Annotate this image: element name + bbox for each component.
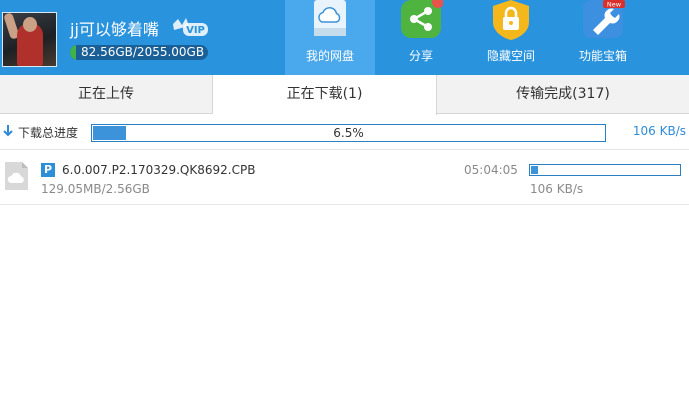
tab-downloading[interactable]: 正在下载(1) [213, 75, 437, 115]
file-progress-bar [529, 164, 681, 176]
file-type-badge: P [41, 163, 55, 177]
download-summary: 下载总进度 6.5% 106 KB/s [0, 115, 689, 150]
nav-hidden-space-label: 隐藏空间 [486, 49, 535, 63]
download-row[interactable]: P 6.0.007.P2.170329.QK8692.CPB 129.05MB/… [0, 151, 689, 205]
tab-uploading[interactable]: 正在上传 [0, 75, 213, 114]
time-remaining: 05:04:05 [464, 163, 518, 177]
file-name: 6.0.007.P2.170329.QK8692.CPB [62, 163, 256, 177]
share-icon [401, 0, 443, 38]
total-progress-percent: 6.5% [333, 126, 364, 140]
nav-toolbox[interactable]: New 功能宝箱 [558, 0, 648, 75]
nav-my-netdisk[interactable]: 我的网盘 [285, 0, 375, 75]
download-manager-window: jj可以够着嘴 VIP 82.56GB/2055.00GB 我的网盘 分享 隐藏… [0, 0, 689, 414]
total-speed: 106 KB/s [632, 124, 686, 138]
header-bar: jj可以够着嘴 VIP 82.56GB/2055.00GB 我的网盘 分享 隐藏… [0, 0, 689, 75]
download-arrow-icon [3, 125, 13, 137]
storage-quota-fill [70, 45, 76, 60]
storage-quota-text: 82.56GB/2055.00GB [81, 45, 205, 59]
transfer-tabs: 正在上传 正在下载(1) 传输完成(317) [0, 75, 689, 115]
nav-hidden-space[interactable]: 隐藏空间 [466, 0, 556, 75]
storage-quota-bar: 82.56GB/2055.00GB [70, 45, 208, 60]
total-progress-bar: 6.5% [91, 124, 606, 142]
vip-crown-icon[interactable]: VIP [171, 16, 209, 38]
nav-my-netdisk-label: 我的网盘 [305, 49, 354, 63]
cloud-disk-icon [314, 0, 346, 36]
nav-share[interactable]: 分享 [376, 0, 466, 75]
file-progress-fill [531, 166, 538, 174]
file-size: 129.05MB/2.56GB [41, 182, 150, 196]
lock-icon [493, 0, 529, 40]
wrench-icon: New [583, 0, 625, 38]
nav-share-label: 分享 [408, 49, 433, 63]
tab-completed[interactable]: 传输完成(317) [437, 75, 689, 114]
total-progress-label: 下载总进度 [18, 126, 79, 140]
avatar[interactable] [2, 12, 57, 67]
vip-label: VIP [186, 25, 205, 36]
username[interactable]: jj可以够着嘴 [70, 16, 159, 40]
file-icon [5, 162, 28, 190]
new-badge: New [607, 1, 622, 9]
file-speed: 106 KB/s [530, 182, 584, 196]
nav-toolbox-label: 功能宝箱 [578, 49, 627, 63]
